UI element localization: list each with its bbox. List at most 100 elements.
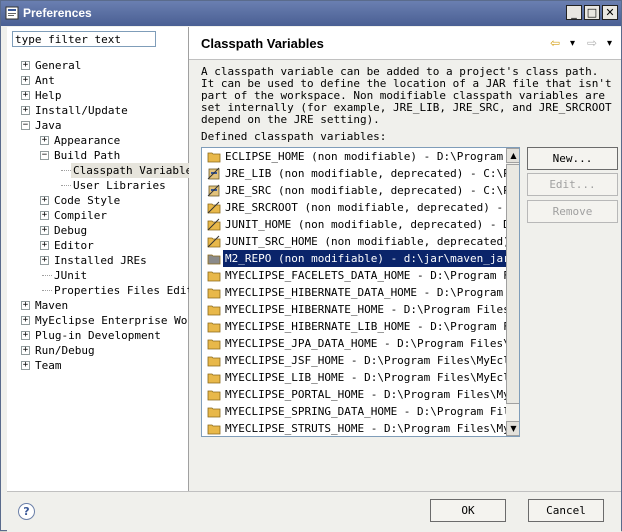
back-menu-icon[interactable]: ▾ [570, 38, 575, 49]
vertical-scrollbar[interactable]: ▲ ▼ [506, 148, 519, 436]
list-item[interactable]: ECLIPSE_HOME (non modifiable) - D:\Progr… [204, 148, 519, 165]
expand-icon[interactable]: + [21, 301, 30, 310]
expand-icon[interactable]: + [21, 331, 30, 340]
tree-item[interactable]: + Help [7, 88, 188, 103]
expand-icon[interactable]: + [21, 346, 30, 355]
tree-item[interactable]: + Installed JREs [7, 253, 188, 268]
list-item[interactable]: M2_REPO (non modifiable) - d:\jar\maven_… [204, 250, 512, 267]
folder-icon [207, 286, 221, 299]
list-item[interactable]: MYECLIPSE_JPA_DATA_HOME - D:\Program Fil… [204, 335, 519, 352]
expand-icon[interactable]: + [40, 241, 49, 250]
tree-item[interactable]: + Debug [7, 223, 188, 238]
list-item-label: MYECLIPSE_JSF_HOME - D:\Program Files\My… [225, 354, 520, 367]
tree-item[interactable]: + Ant [7, 73, 188, 88]
list-item-label: MYECLIPSE_HIBERNATE_DATA_HOME - D:\Progr… [225, 286, 520, 299]
folder-icon [207, 150, 221, 163]
minimize-button[interactable]: _ [566, 5, 582, 20]
scroll-up-icon[interactable]: ▲ [506, 148, 519, 163]
tree-item-label: User Libraries [73, 179, 166, 192]
list-item-label: MYECLIPSE_JPA_DATA_HOME - D:\Program Fil… [225, 337, 520, 350]
ok-button[interactable]: OK [430, 499, 506, 522]
tree-item[interactable]: + Plug-in Development [7, 328, 188, 343]
list-item[interactable]: MYECLIPSE_FACELETS_DATA_HOME - D:\Progra… [204, 267, 519, 284]
expand-icon[interactable]: + [21, 106, 30, 115]
tree-item[interactable]: + Code Style [7, 193, 188, 208]
tree-item[interactable]: Classpath Variables [7, 163, 201, 178]
expand-icon[interactable]: + [40, 196, 49, 205]
list-item[interactable]: JUNIT_HOME (non modifiable, deprecated) … [204, 216, 519, 233]
list-item[interactable]: JRE_SRCROOT (non modifiable, deprecated)… [204, 199, 519, 216]
list-item[interactable]: MYECLIPSE_HIBERNATE_LIB_HOME - D:\Progra… [204, 318, 519, 335]
forward-menu-icon[interactable]: ▾ [607, 38, 612, 49]
expand-icon[interactable]: + [40, 136, 49, 145]
help-icon[interactable]: ? [18, 503, 35, 520]
close-button[interactable]: ✕ [602, 5, 618, 20]
tree-item[interactable]: + Team [7, 358, 188, 373]
collapse-icon[interactable]: − [21, 121, 30, 130]
scroll-thumb[interactable] [506, 164, 519, 404]
scroll-down-icon[interactable]: ▼ [506, 421, 519, 436]
tree-item-label: Build Path [54, 149, 121, 162]
folder-icon [207, 422, 221, 435]
tree-item[interactable]: + Run/Debug [7, 343, 188, 358]
list-item[interactable]: JRE_LIB (non modifiable, deprecated) - C… [204, 165, 519, 182]
list-item[interactable]: MYECLIPSE_JSF_HOME - D:\Program Files\My… [204, 352, 519, 369]
list-item-label: JUNIT_SRC_HOME (non modifiable, deprecat… [225, 235, 520, 248]
tree-item[interactable]: User Libraries [7, 178, 188, 193]
list-item[interactable]: MYECLIPSE_SPRING_DATA_HOME - D:\Program … [204, 403, 519, 420]
list-item[interactable]: JUNIT_SRC_HOME (non modifiable, deprecat… [204, 233, 519, 250]
jar-deprecated-icon [207, 184, 221, 197]
tree-item-label: Help [35, 89, 62, 102]
new-button[interactable]: New... [527, 147, 618, 170]
expand-icon[interactable]: + [40, 211, 49, 220]
page-title: Classpath Variables [201, 36, 324, 51]
title-bar[interactable]: Preferences _ □ ✕ [1, 1, 621, 26]
tree-item[interactable]: + General [7, 58, 188, 73]
folder-deprecated-icon [207, 235, 221, 248]
expand-icon[interactable]: + [21, 361, 30, 370]
list-item-label: MYECLIPSE_STRUTS_HOME - D:\Program Files… [225, 422, 520, 435]
maximize-button[interactable]: □ [584, 5, 600, 20]
folder-icon [207, 320, 221, 333]
filter-input[interactable] [12, 31, 156, 47]
collapse-icon[interactable]: − [40, 151, 49, 160]
tree-item[interactable]: − Java [7, 118, 188, 133]
tree-item[interactable]: + Editor [7, 238, 188, 253]
expand-icon[interactable]: + [40, 226, 49, 235]
tree-item[interactable]: + Appearance [7, 133, 188, 148]
expand-icon[interactable]: + [21, 76, 30, 85]
folder-deprecated-icon [207, 218, 221, 231]
remove-button[interactable]: Remove [527, 200, 618, 223]
list-item[interactable]: JRE_SRC (non modifiable, deprecated) - C… [204, 182, 519, 199]
cancel-button[interactable]: Cancel [528, 499, 604, 522]
tree-item[interactable]: + Install/Update [7, 103, 188, 118]
tree-item[interactable]: − Build Path [7, 148, 188, 163]
tree-item[interactable]: + Maven [7, 298, 188, 313]
list-item[interactable]: MYECLIPSE_HIBERNATE_HOME - D:\Program Fi… [204, 301, 519, 318]
tree-item[interactable]: Properties Files Editor [7, 283, 206, 298]
list-item[interactable]: MYECLIPSE_STRUTS_HOME - D:\Program Files… [204, 420, 519, 436]
tree-item-label: JUnit [54, 269, 88, 282]
forward-icon[interactable]: ⇨ [587, 36, 597, 50]
folder-icon [207, 354, 221, 367]
tree-item-label: Code Style [54, 194, 121, 207]
list-item-label: ECLIPSE_HOME (non modifiable) - D:\Progr… [225, 150, 520, 163]
list-item[interactable]: MYECLIPSE_PORTAL_HOME - D:\Program Files… [204, 386, 519, 403]
tree-item-label: Plug-in Development [35, 329, 161, 342]
expand-icon[interactable]: + [40, 256, 49, 265]
jar-deprecated-icon [207, 167, 221, 180]
tree-item[interactable]: JUnit [7, 268, 188, 283]
preference-page: Classpath Variables ⇦ ▾ ⇨ ▾ A classpath … [189, 27, 621, 491]
expand-icon[interactable]: + [21, 91, 30, 100]
list-item[interactable]: MYECLIPSE_LIB_HOME - D:\Program Files\My… [204, 369, 519, 386]
list-item-label: MYECLIPSE_HIBERNATE_HOME - D:\Program Fi… [225, 303, 520, 316]
back-icon[interactable]: ⇦ [550, 36, 560, 50]
edit-button[interactable]: Edit... [527, 173, 618, 196]
tree-item[interactable]: + MyEclipse Enterprise Workbench [7, 313, 234, 328]
preference-tree-pane: +General+Ant+Help+Install/Update−Java+Ap… [7, 27, 234, 491]
list-item[interactable]: MYECLIPSE_HIBERNATE_DATA_HOME - D:\Progr… [204, 284, 519, 301]
expand-icon[interactable]: + [21, 61, 30, 70]
tree-item[interactable]: + Compiler [7, 208, 188, 223]
classpath-variables-list[interactable]: ECLIPSE_HOME (non modifiable) - D:\Progr… [201, 147, 520, 437]
expand-icon[interactable]: + [21, 316, 30, 325]
